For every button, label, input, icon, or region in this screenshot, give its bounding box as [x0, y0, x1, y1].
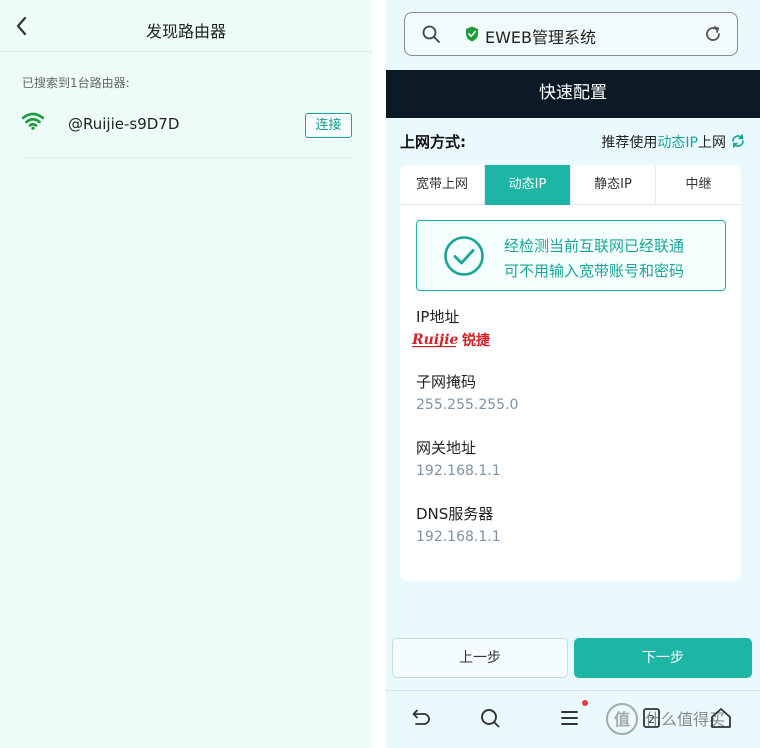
status-line-2: 可不用输入宽带账号和密码 [504, 262, 685, 280]
tab-broadband[interactable]: 宽带上网 [400, 165, 485, 205]
address-text: EWEB管理系统 [485, 28, 597, 47]
svg-text:Ruijie: Ruijie [411, 332, 459, 348]
dns-label: DNS服务器 [416, 505, 494, 523]
tab-dynamic-ip[interactable]: 动态IP [485, 165, 571, 205]
tab-static-ip[interactable]: 静态IP [571, 165, 656, 205]
search-icon[interactable] [421, 24, 441, 44]
subnet-mask-label: 子网掩码 [416, 373, 477, 391]
svg-text:值: 值 [614, 710, 630, 729]
recommend-suffix: 上网 [698, 135, 726, 151]
recommend-prefix: 推荐使用 [601, 135, 658, 151]
router-ssid: @Ruijie-s9D7D [68, 115, 180, 133]
recommendation-text: 推荐使用动态IP上网 [601, 132, 726, 152]
config-card: 宽带上网 动态IP 静态IP 中继 经检测当前互联网已经联通 可不用输入宽带账号… [400, 165, 741, 581]
notification-dot [582, 700, 588, 706]
ruijie-logo: Ruijie 锐捷 [410, 328, 506, 350]
next-step-button[interactable]: 下一步 [574, 638, 752, 678]
subnet-mask-value: 255.255.255.0 [416, 397, 519, 413]
connectivity-status-box: 经检测当前互联网已经联通 可不用输入宽带账号和密码 [416, 220, 726, 291]
ip-address-label: IP地址 [416, 308, 460, 326]
connection-method-label: 上网方式: [400, 133, 466, 151]
reload-icon[interactable] [703, 24, 723, 44]
quick-setup-screen: EWEB管理系统 快速配置 上网方式: 推荐使用动态IP上网 宽带上网 动态IP… [386, 0, 760, 748]
connect-button[interactable]: 连接 [305, 113, 352, 138]
check-circle-icon [444, 236, 484, 276]
connection-type-tabs: 宽带上网 动态IP 静态IP 中继 [400, 165, 741, 205]
dns-value: 192.168.1.1 [416, 529, 501, 545]
tab-relay[interactable]: 中继 [656, 165, 741, 205]
menu-icon[interactable] [557, 705, 583, 731]
wifi-signal-icon [22, 112, 44, 130]
home-icon[interactable] [708, 705, 734, 731]
address-bar[interactable]: EWEB管理系统 [404, 12, 738, 56]
undo-icon[interactable] [408, 705, 434, 731]
router-discovery-screen: 发现路由器 已搜索到1台路由器: @Ruijie-s9D7D 连接 [0, 0, 372, 748]
page-title: 发现路由器 [145, 22, 226, 41]
redetect-icon[interactable] [730, 133, 746, 149]
gateway-label: 网关地址 [416, 439, 477, 457]
gateway-value: 192.168.1.1 [416, 463, 501, 479]
router-list-item[interactable]: @Ruijie-s9D7D 连接 [22, 106, 352, 158]
watermark-logo-icon: 值 [606, 703, 638, 735]
browser-bottom-bar: 值 2 什么值得买 [386, 690, 760, 748]
page-title-bar: 快速配置 [386, 70, 760, 118]
previous-step-button[interactable]: 上一步 [392, 638, 568, 678]
search-icon[interactable] [477, 705, 503, 731]
found-count-text: 已搜索到1台路由器: [22, 76, 130, 90]
discovery-header: 发现路由器 [0, 0, 372, 52]
secure-shield-icon [466, 26, 478, 42]
svg-text:锐捷: 锐捷 [462, 332, 491, 349]
recommend-highlight: 动态IP [657, 135, 698, 151]
status-line-1: 经检测当前互联网已经联通 [504, 237, 685, 255]
